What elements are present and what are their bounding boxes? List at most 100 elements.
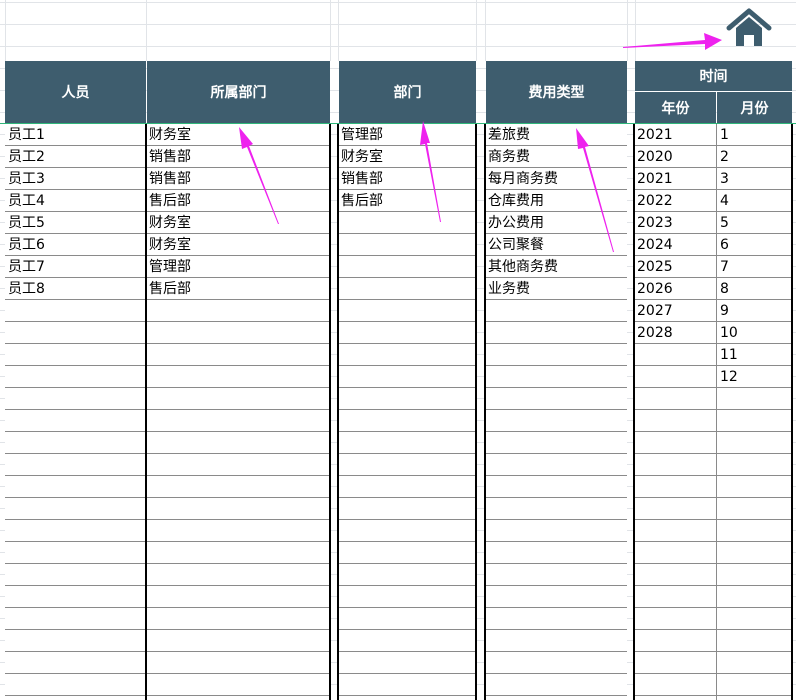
cell[interactable] [5, 476, 146, 498]
cell[interactable] [5, 564, 146, 586]
cell[interactable] [485, 520, 627, 542]
cell[interactable] [338, 256, 476, 278]
cell[interactable] [634, 520, 716, 542]
cell[interactable] [338, 344, 476, 366]
cell[interactable] [5, 498, 146, 520]
cell[interactable] [146, 586, 330, 608]
cell[interactable] [485, 652, 627, 674]
cell[interactable]: 1 [717, 124, 792, 146]
cell[interactable]: 售后部 [146, 190, 330, 212]
cell[interactable] [338, 476, 476, 498]
cell[interactable]: 财务室 [146, 212, 330, 234]
cell[interactable] [634, 652, 716, 674]
cell[interactable]: 管理部 [338, 124, 476, 146]
cell[interactable]: 员工7 [5, 256, 146, 278]
cell[interactable] [717, 388, 792, 410]
cell[interactable] [717, 476, 792, 498]
cell[interactable] [5, 542, 146, 564]
cell[interactable] [338, 410, 476, 432]
cell[interactable]: 员工3 [5, 168, 146, 190]
cell[interactable] [146, 410, 330, 432]
cell[interactable] [485, 344, 627, 366]
cell[interactable] [5, 454, 146, 476]
cell[interactable] [485, 542, 627, 564]
cell[interactable] [485, 300, 627, 322]
cell[interactable] [338, 608, 476, 630]
cell[interactable] [338, 454, 476, 476]
cell[interactable] [338, 498, 476, 520]
cell[interactable]: 4 [717, 190, 792, 212]
cell[interactable]: 商务费 [485, 146, 627, 168]
cell[interactable] [338, 674, 476, 696]
cell[interactable] [338, 234, 476, 256]
cell[interactable] [146, 542, 330, 564]
cell[interactable] [338, 278, 476, 300]
cell[interactable]: 员工2 [5, 146, 146, 168]
cell[interactable]: 2 [717, 146, 792, 168]
cell[interactable] [634, 630, 716, 652]
cell[interactable] [485, 630, 627, 652]
cell[interactable] [5, 674, 146, 696]
cell[interactable]: 2027 [634, 300, 716, 322]
cell[interactable] [717, 608, 792, 630]
cell[interactable] [5, 410, 146, 432]
cell[interactable] [146, 322, 330, 344]
cell[interactable]: 员工6 [5, 234, 146, 256]
cell[interactable] [146, 344, 330, 366]
cell[interactable] [5, 322, 146, 344]
cell[interactable]: 员工4 [5, 190, 146, 212]
cell[interactable] [146, 630, 330, 652]
cell[interactable] [717, 498, 792, 520]
cell[interactable] [338, 586, 476, 608]
cell[interactable] [717, 542, 792, 564]
cell[interactable]: 11 [717, 344, 792, 366]
cell[interactable] [634, 410, 716, 432]
cell[interactable]: 财务室 [146, 234, 330, 256]
cell[interactable] [146, 476, 330, 498]
cell[interactable] [634, 608, 716, 630]
cell[interactable] [485, 388, 627, 410]
cell[interactable] [634, 454, 716, 476]
cell[interactable] [634, 498, 716, 520]
cell[interactable]: 财务室 [146, 124, 330, 146]
cell[interactable] [634, 366, 716, 388]
cell[interactable] [5, 652, 146, 674]
cell[interactable]: 员工8 [5, 278, 146, 300]
cell[interactable] [634, 344, 716, 366]
cell[interactable]: 6 [717, 234, 792, 256]
cell[interactable] [5, 388, 146, 410]
cell[interactable] [338, 542, 476, 564]
cell[interactable] [338, 388, 476, 410]
cell[interactable] [485, 322, 627, 344]
cell[interactable] [717, 432, 792, 454]
cell[interactable] [634, 388, 716, 410]
cell[interactable]: 2022 [634, 190, 716, 212]
cell[interactable] [338, 322, 476, 344]
cell[interactable] [717, 564, 792, 586]
cell[interactable] [146, 674, 330, 696]
cell[interactable] [485, 432, 627, 454]
cell[interactable] [485, 586, 627, 608]
cell[interactable] [338, 652, 476, 674]
cell[interactable] [634, 564, 716, 586]
cell[interactable] [146, 432, 330, 454]
cell[interactable]: 12 [717, 366, 792, 388]
cell[interactable] [5, 366, 146, 388]
cell[interactable]: 差旅费 [485, 124, 627, 146]
cell[interactable] [634, 674, 716, 696]
cell[interactable] [338, 564, 476, 586]
cell[interactable] [634, 476, 716, 498]
cell[interactable] [717, 454, 792, 476]
cell[interactable] [5, 630, 146, 652]
cell[interactable]: 办公费用 [485, 212, 627, 234]
cell[interactable] [485, 366, 627, 388]
cell[interactable] [717, 652, 792, 674]
cell[interactable] [485, 674, 627, 696]
cell[interactable] [146, 366, 330, 388]
cell[interactable]: 员工1 [5, 124, 146, 146]
cell[interactable]: 售后部 [146, 278, 330, 300]
cell[interactable]: 5 [717, 212, 792, 234]
cell[interactable] [338, 432, 476, 454]
cell[interactable] [338, 300, 476, 322]
home-button[interactable] [724, 8, 774, 48]
